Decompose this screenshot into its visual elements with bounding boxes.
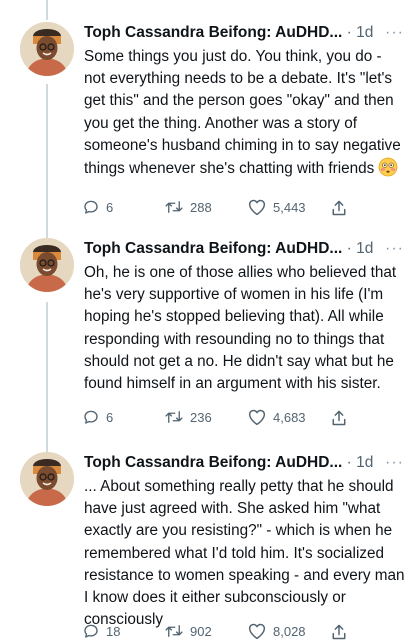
tweet[interactable]: Toph Cassandra Beifong: AuDHD... · 1d ··…: [0, 452, 420, 640]
reply-icon: [84, 200, 98, 214]
like-count: 8,028: [273, 623, 306, 639]
avatar-image: [20, 238, 74, 292]
retweet-count: 902: [190, 623, 212, 639]
thread-line: [46, 0, 48, 20]
share-icon: [332, 624, 346, 640]
reply-icon: [84, 410, 98, 424]
like-button[interactable]: 4,683: [247, 408, 306, 426]
avatar[interactable]: [20, 22, 74, 76]
tweet-text: Oh, he is one of those allies who believ…: [84, 264, 397, 393]
timestamp[interactable]: · 1d: [347, 240, 374, 257]
avatar-image: [20, 22, 74, 76]
reply-icon: [84, 624, 98, 638]
heart-icon: [248, 199, 266, 216]
share-icon: [332, 200, 346, 216]
tweet[interactable]: Toph Cassandra Beifong: AuDHD... · 1d ··…: [0, 22, 420, 222]
tweet-text: Some things you just do. You think, you …: [84, 46, 406, 184]
reply-button[interactable]: 6: [82, 198, 113, 216]
avatar-image: [20, 452, 74, 506]
heart-icon: [248, 409, 266, 426]
tweet-text: ... About something really petty that he…: [84, 478, 405, 629]
retweet-icon: [165, 411, 183, 423]
like-count: 4,683: [273, 409, 306, 425]
retweet-button[interactable]: 288: [164, 198, 212, 216]
retweet-button[interactable]: 236: [164, 408, 212, 426]
avatar[interactable]: [20, 238, 74, 292]
heart-icon: [248, 623, 266, 640]
tweet[interactable]: Toph Cassandra Beifong: AuDHD... · 1d ··…: [0, 238, 420, 438]
reply-button[interactable]: 6: [82, 408, 113, 426]
author-name[interactable]: Toph Cassandra Beifong: AuDHD...: [84, 24, 342, 41]
like-button[interactable]: 5,443: [247, 198, 306, 216]
author-name[interactable]: Toph Cassandra Beifong: AuDHD...: [84, 454, 342, 471]
author-name[interactable]: Toph Cassandra Beifong: AuDHD...: [84, 240, 342, 257]
timestamp[interactable]: · 1d: [347, 24, 374, 41]
retweet-icon: [165, 625, 183, 637]
like-count: 5,443: [273, 199, 306, 215]
reply-count: 18: [106, 623, 121, 639]
more-options-icon[interactable]: ···: [385, 22, 404, 44]
more-options-icon[interactable]: ···: [385, 452, 404, 474]
flushed-face-emoji-icon: [378, 157, 398, 184]
more-options-icon[interactable]: ···: [385, 238, 404, 260]
share-button[interactable]: [330, 408, 348, 428]
retweet-count: 288: [190, 199, 212, 215]
share-button[interactable]: [330, 622, 348, 642]
retweet-icon: [165, 201, 183, 213]
timestamp[interactable]: · 1d: [347, 454, 374, 471]
share-icon: [332, 410, 346, 426]
avatar[interactable]: [20, 452, 74, 506]
reply-button[interactable]: 18: [82, 622, 120, 640]
retweet-count: 236: [190, 409, 212, 425]
retweet-button[interactable]: 902: [164, 622, 212, 640]
reply-count: 6: [106, 409, 114, 425]
like-button[interactable]: 8,028: [247, 622, 306, 640]
tweet-text-body: Some things you just do. You think, you …: [84, 48, 401, 178]
share-button[interactable]: [330, 198, 348, 218]
reply-count: 6: [106, 199, 114, 215]
